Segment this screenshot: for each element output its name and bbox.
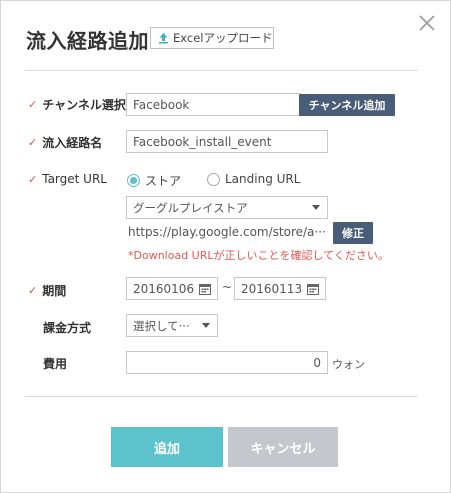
chevron-down-icon bbox=[312, 205, 320, 210]
period-end-field[interactable]: 20160113 bbox=[234, 277, 326, 300]
channel-label: ✓ チャンネル選択 bbox=[28, 98, 126, 112]
chevron-down-icon bbox=[202, 323, 210, 328]
calendar-icon[interactable] bbox=[307, 283, 319, 298]
excel-upload-button[interactable]: Excelアップロード bbox=[150, 27, 274, 49]
add-channel-button[interactable]: チャンネル追加 bbox=[299, 94, 395, 116]
period-label: ✓ 期間 bbox=[28, 284, 67, 298]
download-url-text: https://play.google.com/store/a··· bbox=[128, 225, 326, 239]
checkmark-icon: ✓ bbox=[28, 172, 38, 186]
radio-unselected-icon bbox=[207, 172, 220, 186]
radio-landing-url[interactable]: Landing URL bbox=[207, 172, 300, 186]
excel-upload-label: Excelアップロード bbox=[173, 31, 273, 45]
cancel-button[interactable]: キャンセル bbox=[228, 427, 338, 467]
channel-field[interactable]: Facebook bbox=[126, 93, 301, 116]
checkmark-icon: ✓ bbox=[28, 98, 38, 111]
add-route-dialog: 流入経路追加 Excelアップロード ✓ チャンネル選択 Facebook チャ… bbox=[0, 0, 451, 493]
billing-select[interactable]: 選択して··· bbox=[126, 314, 218, 337]
route-name-label: ✓ 流入経路名 bbox=[28, 136, 103, 150]
period-separator: ~ bbox=[222, 280, 233, 294]
calendar-icon[interactable] bbox=[199, 283, 211, 298]
cost-field[interactable]: 0 bbox=[126, 351, 328, 374]
add-button[interactable]: 追加 bbox=[111, 427, 223, 467]
cost-label: 費用 bbox=[43, 357, 68, 371]
radio-selected-icon bbox=[127, 174, 140, 187]
upload-icon bbox=[158, 32, 169, 44]
edit-url-button[interactable]: 修正 bbox=[333, 222, 373, 244]
target-url-label: ✓ Target URL bbox=[28, 172, 107, 186]
radio-store[interactable]: ストア bbox=[127, 172, 181, 189]
billing-label: 課金方式 bbox=[43, 321, 92, 335]
checkmark-icon: ✓ bbox=[28, 136, 38, 149]
checkmark-icon: ✓ bbox=[28, 284, 38, 297]
route-name-field[interactable]: Facebook_install_event bbox=[126, 130, 328, 153]
close-icon[interactable] bbox=[417, 13, 437, 33]
header-divider bbox=[25, 70, 418, 71]
dialog-title: 流入経路追加 bbox=[26, 29, 149, 53]
footer-divider bbox=[25, 396, 418, 397]
store-select[interactable]: グーグルプレイストア bbox=[126, 196, 328, 219]
cost-unit: ウォン bbox=[332, 358, 365, 371]
url-warning: *Download URLが正しいことを確認してください。 bbox=[128, 249, 389, 262]
period-start-field[interactable]: 20160106 bbox=[126, 277, 218, 300]
